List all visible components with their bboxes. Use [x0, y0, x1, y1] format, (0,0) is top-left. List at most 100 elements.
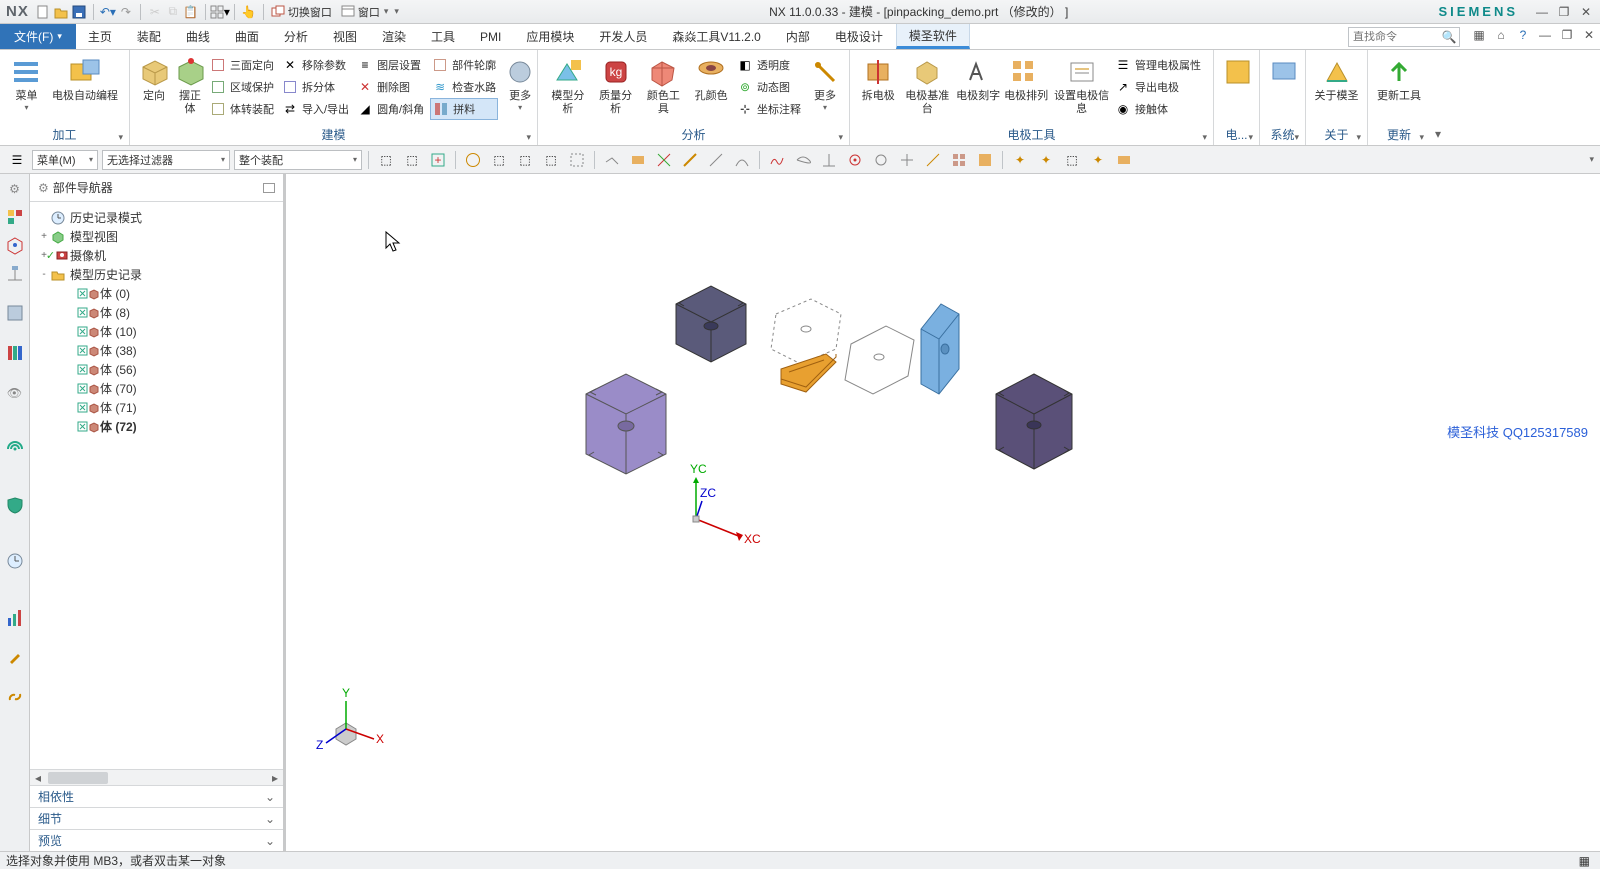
search-input[interactable]: [1349, 31, 1439, 43]
grid-icon[interactable]: [948, 149, 970, 171]
doc-restore-button[interactable]: ❐: [1556, 24, 1578, 46]
help-icon[interactable]: ?: [1512, 24, 1534, 46]
tb-icon[interactable]: ✦: [1087, 149, 1109, 171]
tb-icon[interactable]: ✦: [1035, 149, 1057, 171]
system-button[interactable]: [1266, 54, 1302, 92]
cut-icon[interactable]: ✂: [147, 4, 163, 20]
tab-6[interactable]: 渲染: [370, 24, 419, 49]
save-icon[interactable]: [71, 4, 87, 20]
nav-hscroll[interactable]: ◂ ▸: [30, 769, 283, 785]
filter-dropdown[interactable]: 无选择过滤器▾: [102, 150, 230, 170]
tb-icon[interactable]: ⬚: [401, 149, 423, 171]
split-body[interactable]: 拆分体: [280, 76, 351, 98]
menu-dropdown[interactable]: 菜单(M)▾: [32, 150, 98, 170]
link-icon[interactable]: [4, 686, 26, 708]
tb-icon[interactable]: ⬚: [488, 149, 510, 171]
dynamic-view[interactable]: ⊚动态图: [735, 76, 803, 98]
split-electrode[interactable]: 拆电极: [856, 54, 900, 105]
more-modeling[interactable]: 更多▾: [502, 54, 538, 114]
tb-icon[interactable]: ⬚: [375, 149, 397, 171]
tab-7[interactable]: 工具: [419, 24, 468, 49]
remove-params[interactable]: ✕移除参数: [280, 54, 351, 76]
scroll-right[interactable]: ▸: [267, 770, 283, 786]
tree-item[interactable]: 体 (0): [34, 284, 279, 303]
copy-icon[interactable]: ⧉: [165, 4, 181, 20]
nesting-button[interactable]: 拼料: [430, 98, 498, 120]
tree-item[interactable]: 体 (72): [34, 417, 279, 436]
tab-14[interactable]: 模圣软件: [896, 24, 970, 49]
scroll-thumb[interactable]: [48, 772, 108, 784]
redo-icon[interactable]: ↷: [118, 4, 134, 20]
more-analysis[interactable]: 更多▾: [807, 54, 843, 114]
tree-item[interactable]: +模型视图: [34, 227, 279, 246]
tab-4[interactable]: 分析: [272, 24, 321, 49]
region-protect[interactable]: 区域保护: [208, 76, 276, 98]
undo-icon[interactable]: ↶▾: [100, 4, 116, 20]
tree-item[interactable]: 历史记录模式: [34, 208, 279, 227]
tb-icon[interactable]: [462, 149, 484, 171]
window-label[interactable]: 窗口: [358, 4, 380, 20]
tree-item[interactable]: 体 (56): [34, 360, 279, 379]
fillet-chamfer[interactable]: ◢圆角/斜角: [355, 98, 426, 120]
online-icon[interactable]: [4, 438, 26, 460]
line-icon[interactable]: [922, 149, 944, 171]
hole-color[interactable]: 孔颜色: [687, 54, 735, 105]
check-waterway[interactable]: ≋检查水路: [430, 76, 498, 98]
tree-item[interactable]: 体 (38): [34, 341, 279, 360]
tb-icon[interactable]: ✦: [1009, 149, 1031, 171]
paste-icon[interactable]: 📋: [183, 4, 199, 20]
status-icon[interactable]: ▦: [1579, 854, 1590, 868]
circle-icon[interactable]: [870, 149, 892, 171]
history-icon[interactable]: [4, 550, 26, 572]
tool-icon[interactable]: [4, 646, 26, 668]
electrode-engrave[interactable]: 电极刻字: [954, 54, 1002, 105]
tab-0[interactable]: 主页: [76, 24, 125, 49]
menu-button[interactable]: 菜单▾: [6, 54, 47, 114]
tab-2[interactable]: 曲线: [174, 24, 223, 49]
restore-button[interactable]: ❐: [1556, 4, 1572, 20]
body-to-assembly[interactable]: 体转装配: [208, 98, 276, 120]
window-icon[interactable]: [340, 4, 356, 20]
tree-item[interactable]: 体 (71): [34, 398, 279, 417]
import-export[interactable]: ⇄导入/导出: [280, 98, 351, 120]
tb-icon[interactable]: [601, 149, 623, 171]
curve-icon[interactable]: [792, 149, 814, 171]
layout-icon[interactable]: ▦: [1468, 24, 1490, 46]
electrode-info[interactable]: 设置电极信息: [1050, 54, 1113, 118]
close-button[interactable]: ✕: [1578, 4, 1594, 20]
viewport[interactable]: YC ZC XC Y X Z 模圣科技 QQ125317589: [286, 174, 1600, 851]
line-icon[interactable]: [679, 149, 701, 171]
about-button[interactable]: 关于模圣: [1312, 54, 1361, 105]
nav-tree[interactable]: 历史记录模式+模型视图+✓摄像机-模型历史记录体 (0)体 (8)体 (10)体…: [30, 202, 283, 769]
manage-electrode-attr[interactable]: ☰管理电极属性: [1113, 54, 1203, 76]
tree-item[interactable]: 体 (10): [34, 322, 279, 341]
eye-icon[interactable]: 👁: [4, 382, 26, 404]
selbar-dropdown[interactable]: ▾: [1589, 154, 1594, 165]
open-icon[interactable]: [53, 4, 69, 20]
nav-preview[interactable]: 预览⌄: [30, 829, 283, 851]
switch-window-label[interactable]: 切换窗口: [288, 4, 332, 20]
tb-icon[interactable]: ⬚: [1061, 149, 1083, 171]
orient-button[interactable]: 定向: [136, 54, 172, 105]
tab-1[interactable]: 装配: [125, 24, 174, 49]
auto-program-button[interactable]: 电极自动编程: [47, 54, 123, 105]
nav-details[interactable]: 细节⌄: [30, 807, 283, 829]
command-search[interactable]: 🔍: [1348, 27, 1460, 47]
home-icon[interactable]: ⌂: [1490, 24, 1512, 46]
tab-5[interactable]: 视图: [321, 24, 370, 49]
assembly-nav-icon[interactable]: [4, 234, 26, 256]
tab-9[interactable]: 应用模块: [514, 24, 587, 49]
tree-item[interactable]: -模型历史记录: [34, 265, 279, 284]
tab-12[interactable]: 内部: [774, 24, 823, 49]
nav-dependency[interactable]: 相依性⌄: [30, 785, 283, 807]
touch-icon[interactable]: 👆: [241, 4, 257, 20]
part-outline[interactable]: 部件轮廓: [430, 54, 498, 76]
align-body-button[interactable]: 摆正体: [172, 54, 208, 118]
tb-icon[interactable]: [653, 149, 675, 171]
delete-layer[interactable]: ✕删除图: [355, 76, 426, 98]
ribbon-dropdown[interactable]: ▾: [1430, 50, 1446, 145]
tree-item[interactable]: +✓摄像机: [34, 246, 279, 265]
tb-icon[interactable]: +: [427, 149, 449, 171]
shield-icon[interactable]: [4, 494, 26, 516]
mass-analysis[interactable]: kg质量分析: [592, 54, 640, 118]
